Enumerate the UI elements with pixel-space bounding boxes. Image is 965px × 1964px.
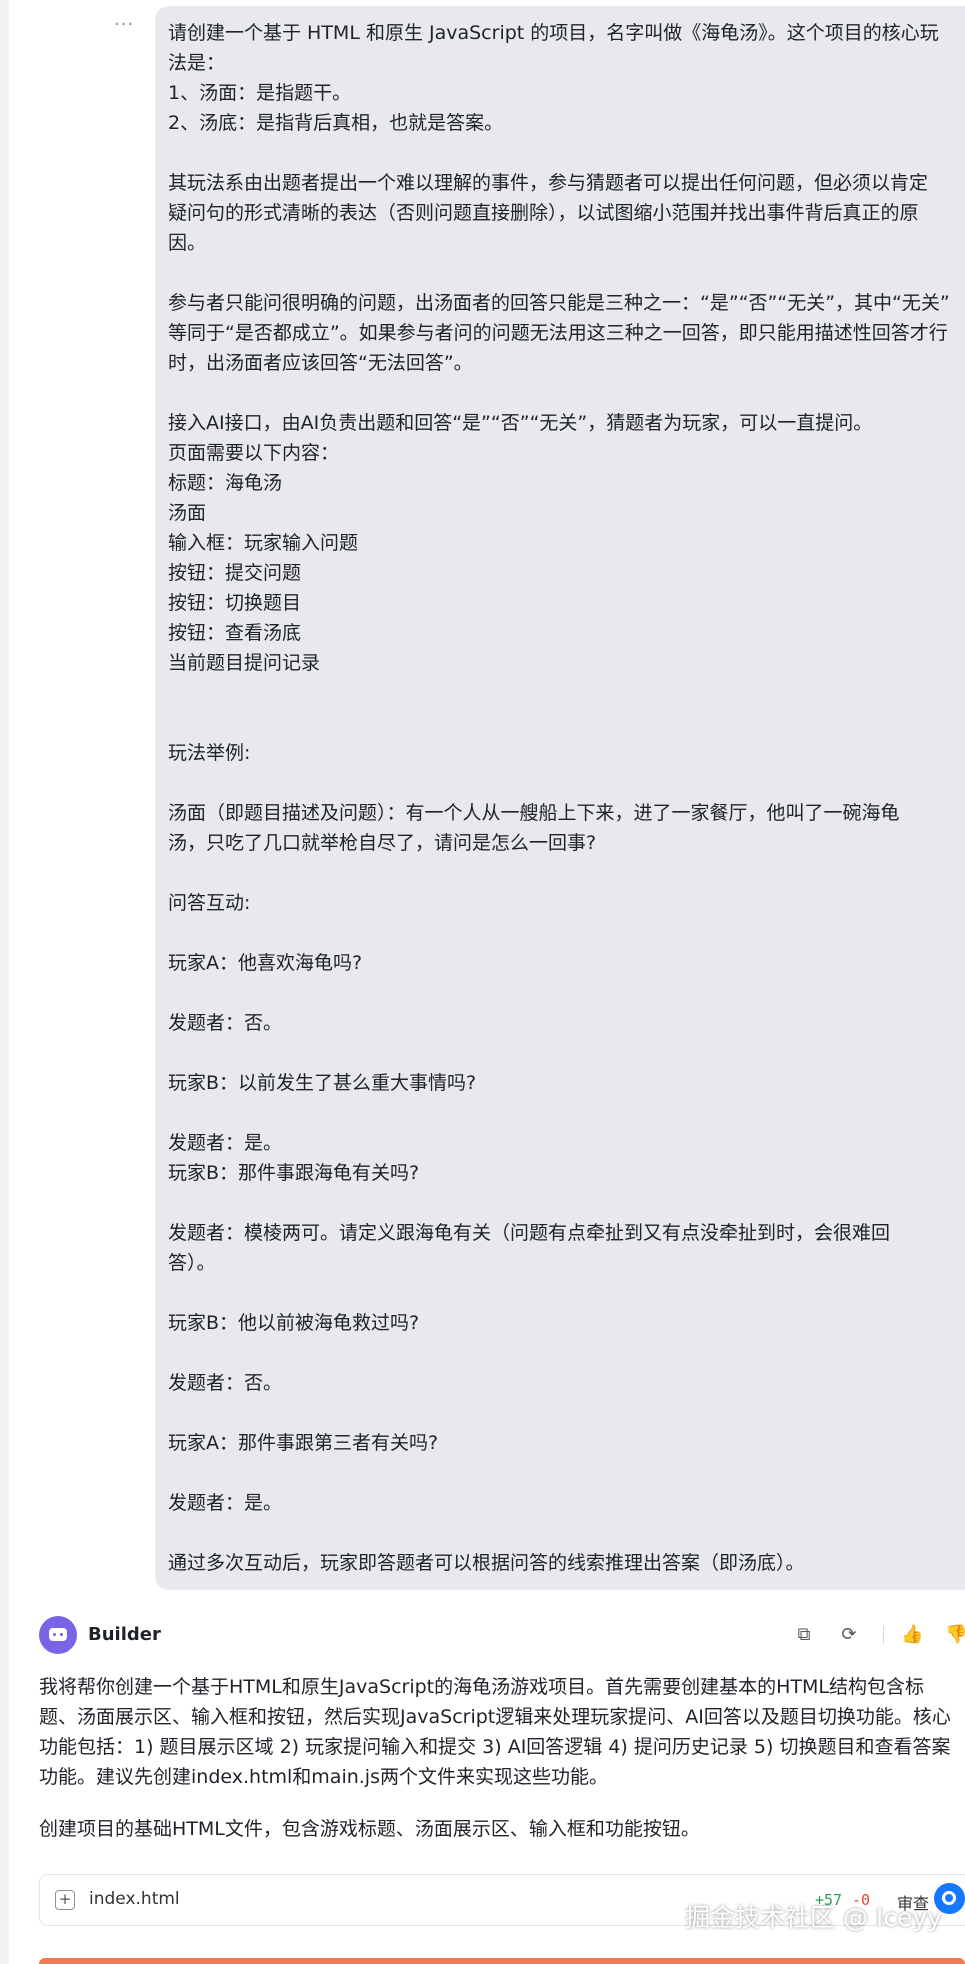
message-line: 汤面（即题目描述及问题）：有一个人从一艘船上下来，进了一家餐厅，他叫了一碗海龟: [168, 802, 900, 824]
builder-reply: 我将帮你创建一个基于HTML和原生JavaScript的海龟汤游戏项目。首先需要…: [39, 1672, 965, 1844]
message-line: 发题者：模棱两可。请定义跟海龟有关（问题有点牵扯到又有点没牵扯到时，会很难回: [168, 1222, 891, 1244]
expand-plus-icon[interactable]: +: [55, 1890, 75, 1910]
message-line: 按钮：查看汤底: [168, 622, 302, 644]
message-line: 其玩法系由出题者提出一个难以理解的事件，参与猜题者可以提出任何问题，但必须以肯定: [168, 172, 929, 194]
message-line: [168, 918, 965, 948]
message-line: [168, 978, 965, 1008]
builder-name: Builder: [88, 1624, 161, 1645]
message-line: [168, 708, 965, 738]
message-line: 玩家B：那件事跟海龟有关吗?: [168, 1162, 420, 1184]
message-line: 玩家B：他以前被海龟救过吗?: [168, 1312, 420, 1334]
message-line: [168, 1278, 965, 1308]
action-divider: [883, 1626, 884, 1644]
reply-line: 我将帮你创建一个基于HTML和原生JavaScript的海龟汤游戏项目。首先需要…: [39, 1676, 924, 1698]
message-line: [168, 1038, 965, 1068]
message-line: 发题者：否。: [168, 1012, 283, 1034]
thumbs-down-icon[interactable]: 👎: [945, 1624, 965, 1646]
message-line: 页面需要以下内容：: [168, 442, 340, 464]
message-line: [168, 1098, 965, 1128]
reply-line: 题、汤面展示区、输入框和按钮，然后实现JavaScript逻辑来处理玩家提问、A…: [39, 1706, 951, 1728]
message-line: 输入框：玩家输入问题: [168, 532, 359, 554]
message-line: 按钮：切换题目: [168, 592, 302, 614]
message-line: 发题者：是。: [168, 1492, 283, 1514]
message-line: [168, 768, 965, 798]
builder-header: Builder ⧉ ⟳ 👍 👎: [39, 1616, 965, 1656]
message-line: 玩家A：那件事跟第三者有关吗?: [168, 1432, 439, 1454]
robot-face-icon: [49, 1628, 67, 1641]
left-gutter: [0, 0, 9, 1964]
message-line: [168, 1398, 965, 1428]
message-line: 玩家B：以前发生了甚么重大事情吗?: [168, 1072, 477, 1094]
message-line: 1、汤面：是指题干。: [168, 82, 352, 104]
message-line: 疑问句的形式清晰的表达（否则问题直接删除），以试图缩小范围并找出事件背后真正的原: [168, 202, 919, 224]
message-line: [168, 678, 965, 708]
message-line: 发题者：是。: [168, 1132, 283, 1154]
reply-paragraph: 创建项目的基础HTML文件，包含游戏标题、汤面展示区、输入框和功能按钮。: [39, 1818, 700, 1840]
watermark: 掘金技术社区 @ Iceyy: [685, 1903, 942, 1932]
message-line: 汤面: [168, 502, 207, 524]
more-options-icon[interactable]: ···: [114, 14, 134, 35]
message-line: [168, 378, 965, 408]
message-line: 2、汤底：是指背后真相，也就是答案。: [168, 112, 504, 134]
reply-paragraph: 我将帮你创建一个基于HTML和原生JavaScript的海龟汤游戏项目。首先需要…: [39, 1672, 965, 1792]
message-line: [168, 138, 965, 168]
message-line: 玩家A：他喜欢海龟吗?: [168, 952, 363, 974]
reply-line: 功能包括：1) 题目展示区域 2) 玩家提问输入和提交 3) AI回答逻辑 4)…: [39, 1736, 951, 1758]
message-line: 接入AI接口，由AI负责出题和回答“是”“否”“无关”，猜题者为玩家，可以一直提…: [168, 412, 873, 434]
message-line: [168, 1188, 965, 1218]
message-line: [168, 258, 965, 288]
regenerate-icon[interactable]: ⟳: [838, 1624, 860, 1646]
message-line: 通过多次互动后，玩家即答题者可以根据问答的线索推理出答案（即汤底）。: [168, 1552, 805, 1574]
user-message-bubble: 请创建一个基于 HTML 和原生 JavaScript 的项目，名字叫做《海龟汤…: [155, 6, 965, 1590]
message-line: 汤，只吃了几口就举枪自尽了，请问是怎么一回事?: [168, 832, 597, 854]
message-line: [168, 1338, 965, 1368]
message-line: 答）。: [168, 1252, 216, 1274]
message-line: 玩法举例:: [168, 742, 251, 764]
message-line: 参与者只能问很明确的问题，出汤面者的回答只能是三种之一：“是”“否”“无关”，其…: [168, 292, 950, 314]
message-line: 时，出汤面者应该回答“无法回答”。: [168, 352, 473, 374]
copy-icon[interactable]: ⧉: [793, 1624, 815, 1646]
message-line: [168, 858, 965, 888]
message-line: 标题：海龟汤: [168, 472, 283, 494]
file-name[interactable]: index.html: [89, 1889, 180, 1909]
message-line: [168, 1518, 965, 1548]
message-line: 请创建一个基于 HTML 和原生 JavaScript 的项目，名字叫做《海龟汤…: [168, 22, 939, 44]
bottom-input-bar: [39, 1958, 965, 1964]
message-line: 等同于“是否都成立”。如果参与者问的问题无法用这三种之一回答，即只能用描述性回答…: [168, 322, 948, 344]
message-line: 发题者：否。: [168, 1372, 283, 1394]
thumbs-up-icon[interactable]: 👍: [901, 1624, 923, 1646]
builder-avatar: [39, 1616, 77, 1654]
message-line: 当前题目提问记录: [168, 652, 321, 674]
message-line: 问答互动:: [168, 892, 251, 914]
reply-line: 功能。建议先创建index.html和main.js两个文件来实现这些功能。: [39, 1766, 608, 1788]
message-line: 因。: [168, 232, 207, 254]
message-line: 按钮：提交问题: [168, 562, 302, 584]
message-line: [168, 1458, 965, 1488]
message-line: 法是：: [168, 52, 226, 74]
